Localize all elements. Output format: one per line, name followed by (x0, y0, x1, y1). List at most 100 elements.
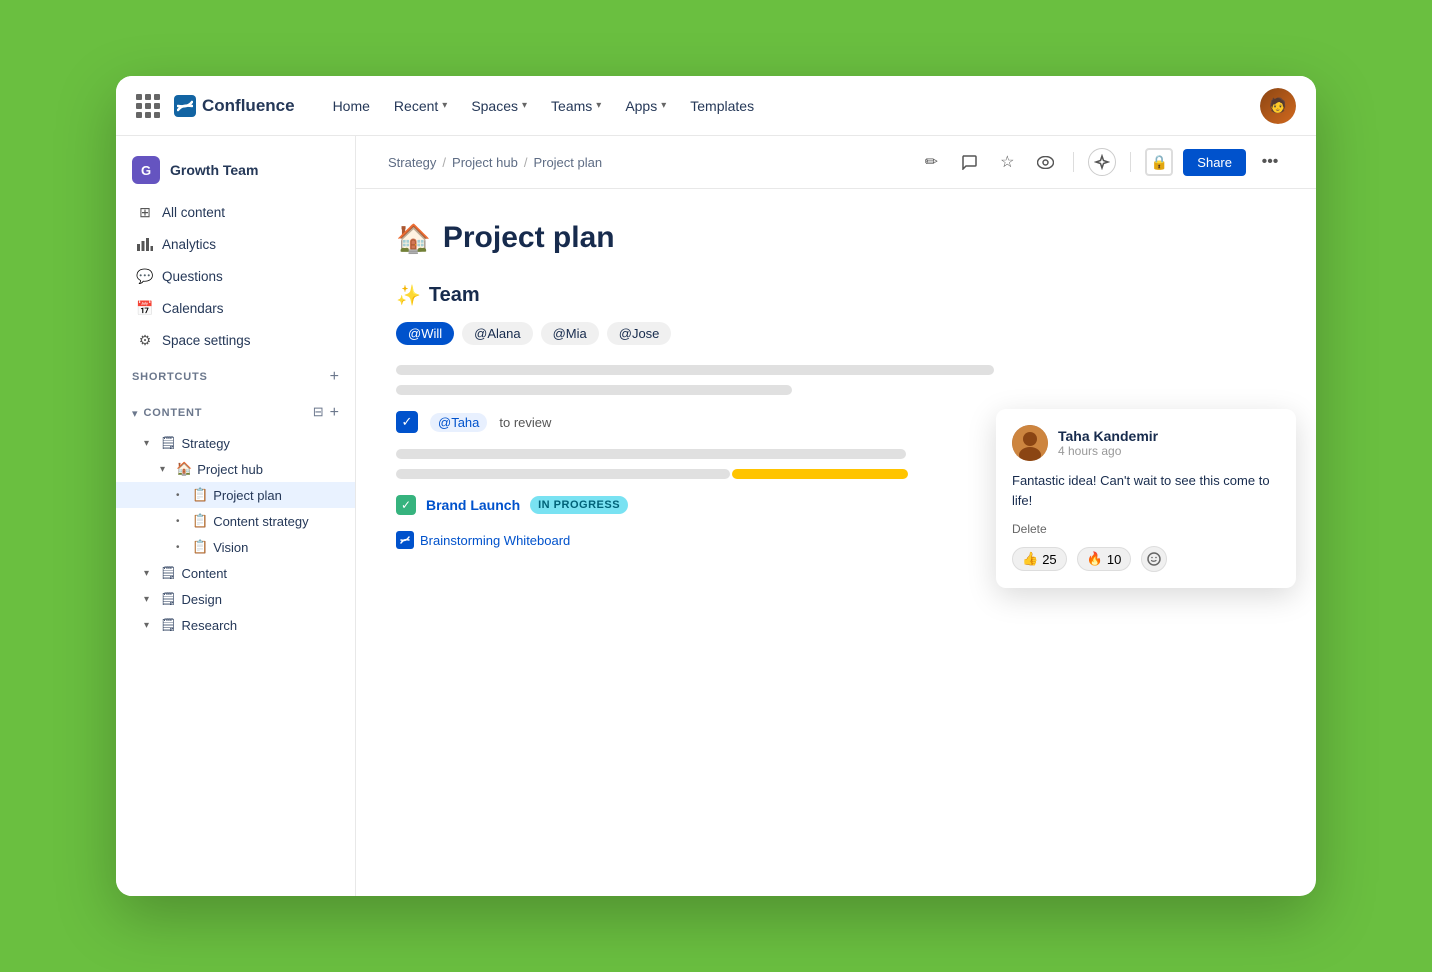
top-navigation: Confluence Home Recent ▾ Spaces ▾ Teams … (116, 76, 1316, 136)
edit-icon[interactable]: ✏ (917, 148, 945, 176)
logo-icon (174, 95, 196, 117)
tag-jose[interactable]: @Jose (607, 322, 672, 345)
comment-time: 4 hours ago (1058, 444, 1158, 458)
content-strategy-icon: 📋 (192, 513, 208, 529)
main-layout: G Growth Team ⊞ All content Analytics (116, 136, 1316, 896)
analytics-icon (136, 235, 154, 253)
spaces-chevron: ▾ (522, 100, 527, 111)
tree-item-strategy[interactable]: ▾ 🗒 Strategy (116, 430, 355, 456)
vision-caret: • (176, 542, 192, 553)
nav-recent[interactable]: Recent ▾ (384, 92, 457, 120)
fire-reaction[interactable]: 🔥 10 (1077, 547, 1132, 571)
content-add-icon[interactable]: + (330, 404, 339, 422)
comment-body: Fantastic idea! Can't wait to see this c… (1012, 471, 1280, 510)
tree-item-project-hub[interactable]: ▾ 🏠 Project hub (116, 456, 355, 482)
space-icon: G (132, 156, 160, 184)
tag-will[interactable]: @Will (396, 322, 454, 345)
tag-alana[interactable]: @Alana (462, 322, 532, 345)
project-plan-icon: 📋 (192, 487, 208, 503)
brand-launch-link[interactable]: Brand Launch (426, 497, 520, 513)
breadcrumb-actions: ✏ ☆ (917, 148, 1284, 176)
sidebar-item-analytics[interactable]: Analytics (120, 228, 351, 260)
lock-icon[interactable]: 🔒 (1145, 148, 1173, 176)
grid-menu-icon[interactable] (136, 94, 160, 118)
tree-item-design[interactable]: ▾ 🗒 Design (116, 586, 355, 612)
project-hub-caret: ▾ (160, 464, 176, 475)
sidebar-item-calendars[interactable]: 📅 Calendars (120, 292, 351, 324)
space-header: G Growth Team (116, 148, 355, 196)
content-section-header: ▾ CONTENT ⊟ + (116, 396, 355, 430)
sidebar-item-all-content[interactable]: ⊞ All content (120, 196, 351, 228)
confluence-logo[interactable]: Confluence (174, 95, 295, 117)
watch-icon[interactable] (1031, 148, 1059, 176)
comment-user-info: Taha Kandemir 4 hours ago (1058, 428, 1158, 458)
content-line-1 (396, 365, 994, 375)
page-title-emoji: 🏠 (396, 222, 431, 255)
ai-icon[interactable] (1088, 148, 1116, 176)
thumbs-up-emoji: 👍 (1022, 551, 1038, 567)
thumbs-up-count: 25 (1042, 552, 1056, 567)
calendars-icon: 📅 (136, 299, 154, 317)
content-filter-icon[interactable]: ⊟ (313, 404, 324, 422)
nav-teams[interactable]: Teams ▾ (541, 92, 611, 120)
content-caret: ▾ (144, 568, 160, 579)
thumbs-up-reaction[interactable]: 👍 25 (1012, 547, 1067, 571)
breadcrumb-project-plan[interactable]: Project plan (533, 155, 602, 170)
breadcrumb-project-hub[interactable]: Project hub (452, 155, 518, 170)
comment-header: Taha Kandemir 4 hours ago (1012, 425, 1280, 461)
fire-count: 10 (1107, 552, 1121, 567)
nav-apps[interactable]: Apps ▾ (615, 92, 676, 120)
shortcuts-label: SHORTCUTS (132, 371, 208, 383)
sidebar-item-space-settings[interactable]: ⚙ Space settings (120, 324, 351, 356)
page-content: 🏠 Project plan ✨ Team @Will @Alana @Mia … (356, 189, 1316, 896)
nav-templates[interactable]: Templates (680, 92, 764, 120)
task-checkbox[interactable]: ✓ (396, 411, 418, 433)
add-reaction-button[interactable] (1141, 546, 1167, 572)
breadcrumb-strategy[interactable]: Strategy (388, 155, 436, 170)
content-line-3 (396, 449, 906, 459)
space-name: Growth Team (170, 162, 258, 178)
avatar-image: 🧑 (1260, 88, 1296, 124)
nav-home[interactable]: Home (323, 92, 380, 120)
page-title-text: Project plan (443, 221, 615, 255)
tree-item-research[interactable]: ▾ 🗒 Research (116, 612, 355, 638)
brand-checkbox[interactable]: ✓ (396, 495, 416, 515)
commenter-name: Taha Kandemir (1058, 428, 1158, 444)
whiteboard-link-text: Brainstorming Whiteboard (420, 533, 570, 548)
content-line-grey (396, 469, 730, 479)
comment-delete[interactable]: Delete (1012, 522, 1280, 536)
vision-icon: 📋 (192, 539, 208, 555)
content-icon: 🗒 (160, 565, 177, 581)
comment-icon[interactable] (955, 148, 983, 176)
team-section-label: Team (429, 284, 480, 307)
project-plan-caret: • (176, 490, 192, 501)
star-icon[interactable]: ☆ (993, 148, 1021, 176)
more-button[interactable]: ••• (1256, 148, 1284, 176)
tree-item-project-plan[interactable]: • 📋 Project plan (116, 482, 355, 508)
content-area: Strategy / Project hub / Project plan ✏ … (356, 136, 1316, 896)
questions-icon: 💬 (136, 267, 154, 285)
commenter-avatar (1012, 425, 1048, 461)
fire-emoji: 🔥 (1087, 551, 1103, 567)
share-button[interactable]: Share (1183, 149, 1246, 176)
design-icon: 🗒 (160, 591, 177, 607)
task-mention[interactable]: @Taha (430, 413, 487, 432)
content-collapse-icon[interactable]: ▾ (132, 407, 138, 420)
comment-popup: Taha Kandemir 4 hours ago Fantastic idea… (996, 409, 1296, 588)
team-tags: @Will @Alana @Mia @Jose (396, 322, 1276, 345)
content-line-2 (396, 385, 792, 395)
team-section-title: ✨ Team (396, 283, 1276, 308)
tree-item-vision[interactable]: • 📋 Vision (116, 534, 355, 560)
sidebar-item-questions[interactable]: 💬 Questions (120, 260, 351, 292)
logo-text: Confluence (202, 96, 295, 116)
highlighted-segment (732, 469, 908, 479)
shortcuts-add-icon[interactable]: + (330, 368, 339, 386)
nav-spaces[interactable]: Spaces ▾ (461, 92, 537, 120)
tag-mia[interactable]: @Mia (541, 322, 599, 345)
research-caret: ▾ (144, 620, 160, 631)
breadcrumb-sep-2: / (524, 155, 528, 170)
user-avatar[interactable]: 🧑 (1260, 88, 1296, 124)
tree-item-content-strategy[interactable]: • 📋 Content strategy (116, 508, 355, 534)
tree-item-content[interactable]: ▾ 🗒 Content (116, 560, 355, 586)
team-section-icon: ✨ (396, 283, 421, 308)
